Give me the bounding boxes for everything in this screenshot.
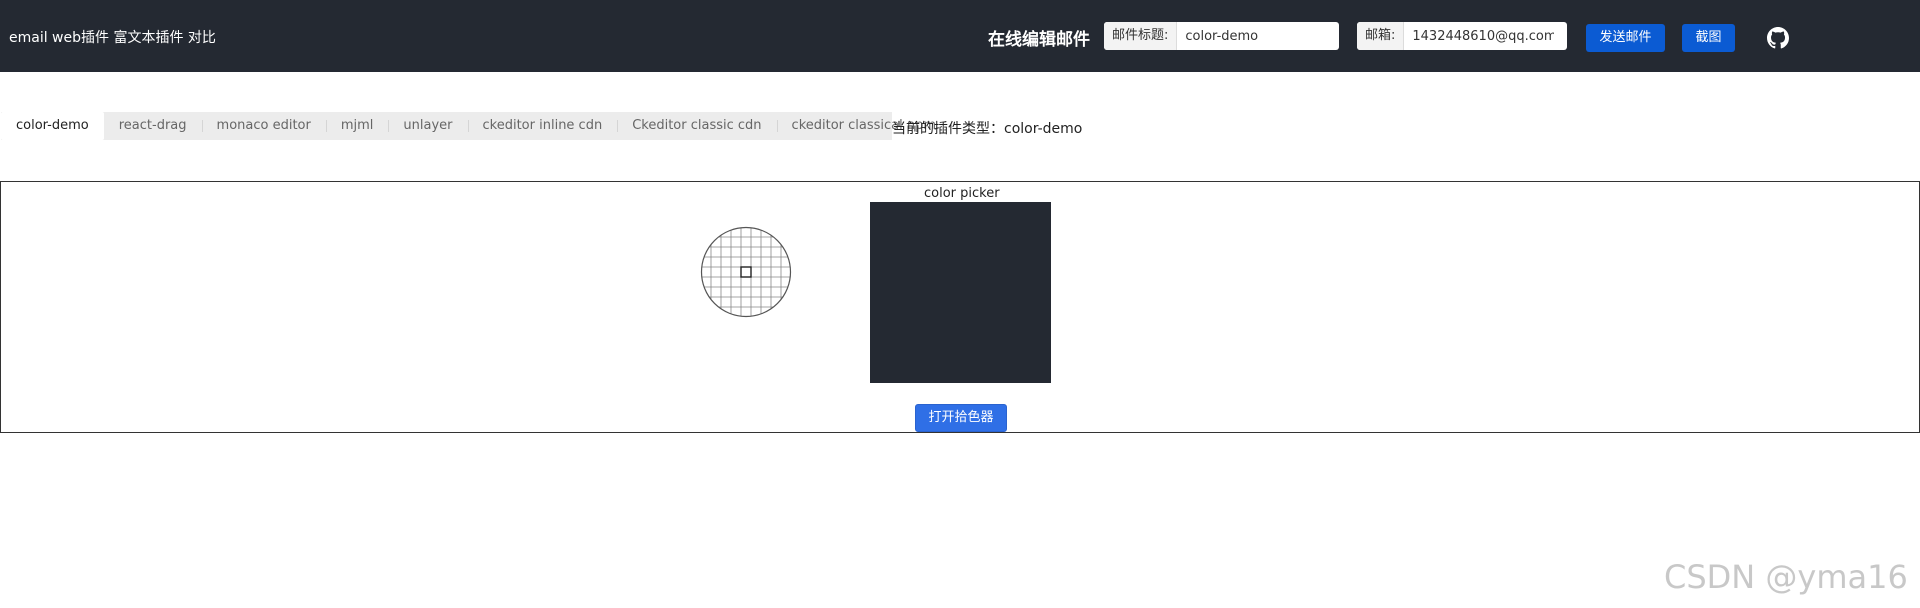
current-color-swatch [870, 202, 1051, 383]
tab-ckeditor-inline-cdn[interactable]: ckeditor inline cdn [467, 112, 618, 140]
tab-ckeditor-classic-cdn[interactable]: Ckeditor classic cdn [617, 112, 776, 140]
send-email-button[interactable]: 发送邮件 [1586, 24, 1665, 52]
subject-input[interactable] [1177, 22, 1333, 50]
subject-label: 邮件标题: [1104, 22, 1178, 50]
subject-field-group: 邮件标题: [1104, 22, 1339, 50]
color-magnifier-icon [700, 226, 792, 318]
tab-react-drag[interactable]: react-drag [104, 112, 202, 140]
current-plugin-type: 当前的插件类型：color-demo [892, 121, 1083, 137]
tab-color-demo[interactable]: color-demo [1, 112, 104, 140]
tab-unlayer[interactable]: unlayer [388, 112, 467, 140]
tab-mjml[interactable]: mjml [325, 112, 389, 140]
brand-title: email web插件 富文本插件 对比 [9, 30, 216, 46]
github-icon [1767, 27, 1789, 49]
github-link[interactable] [1767, 27, 1789, 49]
top-header: email web插件 富文本插件 对比 在线编辑邮件 邮件标题: 邮箱: 发送… [0, 0, 1920, 72]
email-field-group: 邮箱: [1357, 22, 1567, 50]
screenshot-button[interactable]: 截图 [1682, 24, 1735, 52]
open-color-picker-button[interactable]: 打开拾色器 [915, 404, 1007, 432]
email-label: 邮箱: [1357, 22, 1405, 50]
csdn-watermark: CSDN @yma16 [1664, 558, 1908, 596]
tab-monaco-editor[interactable]: monaco editor [201, 112, 326, 140]
color-demo-panel: color picker 打开拾色器 [0, 181, 1920, 433]
plugin-tabs: color-demo react-drag monaco editor mjml unl… [1, 112, 936, 140]
page-title: 在线编辑邮件 [988, 30, 1090, 50]
color-picker-title: color picker [924, 186, 1000, 201]
email-input[interactable] [1404, 22, 1563, 50]
